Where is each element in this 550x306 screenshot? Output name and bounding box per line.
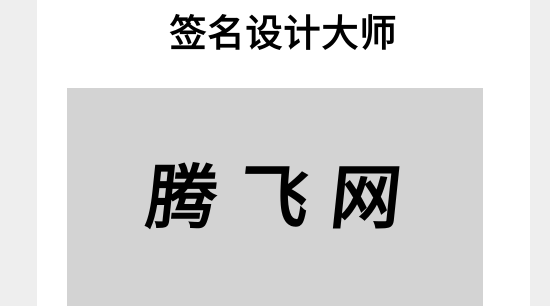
page-card: 签名设计大师 腾飞网: [37, 0, 530, 306]
signature-preview-image: 腾飞网: [67, 88, 483, 306]
signature-text: 腾飞网: [142, 156, 428, 239]
page-title: 签名设计大师: [169, 12, 398, 55]
